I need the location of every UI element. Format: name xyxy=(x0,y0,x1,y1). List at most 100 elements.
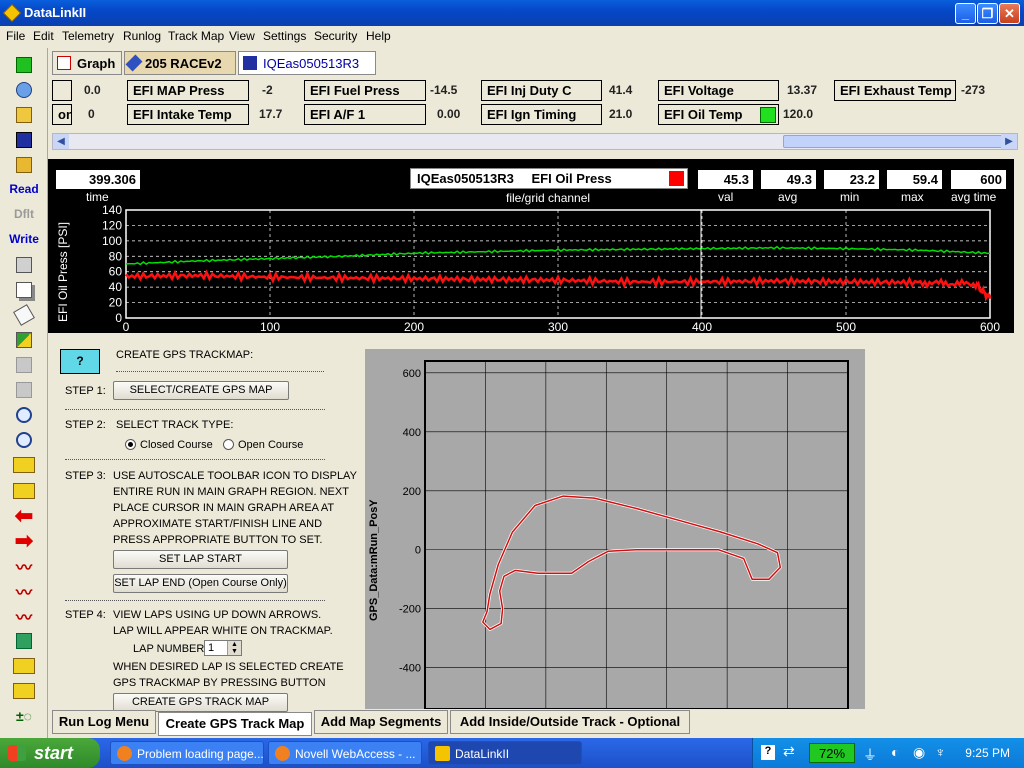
trace-tool-3[interactable]: 〰 xyxy=(6,605,42,627)
channel-name[interactable]: EFI Voltage xyxy=(658,80,779,101)
channel-tool[interactable] xyxy=(6,329,42,351)
x-tick-label: 200 xyxy=(404,320,424,333)
tab-run-file[interactable]: IQEas050513R3 xyxy=(238,51,376,75)
x-tick-label: 500 xyxy=(836,320,856,333)
scroll-right-icon[interactable]: ▶ xyxy=(1001,134,1017,149)
restore-button[interactable]: ❐ xyxy=(977,3,998,24)
next-tool[interactable]: ➡ xyxy=(6,530,42,552)
channel-value: 0 xyxy=(88,107,95,121)
channel-name[interactable]: EFI Exhaust Temp xyxy=(834,80,956,101)
open-course-radio[interactable]: Open Course xyxy=(223,439,303,451)
connect-tool[interactable] xyxy=(6,79,42,101)
scroll-thumb[interactable] xyxy=(783,135,1003,148)
y-tick-label: 120 xyxy=(102,218,122,232)
steps-heading: CREATE GPS TRACKMAP: xyxy=(116,349,254,361)
channel-name[interactable]: EFI Ign Timing xyxy=(481,104,602,125)
menu-security[interactable]: Security xyxy=(314,29,357,43)
close-button[interactable]: ✕ xyxy=(999,3,1020,24)
gps-tool[interactable] xyxy=(6,630,42,652)
channel-name[interactable]: EFI Inj Duty C xyxy=(481,80,602,101)
speaker-icon[interactable]: ◉ xyxy=(913,744,925,761)
y-tick-label: -200 xyxy=(399,604,421,616)
trace-icon: 〰 xyxy=(15,610,32,627)
title-bar: DataLinkII _ ❐ ✕ xyxy=(0,0,1024,26)
autoscale-x-tool[interactable] xyxy=(6,454,42,476)
print-tool[interactable] xyxy=(6,254,42,276)
previous-tool[interactable]: ⬅ xyxy=(6,505,42,527)
closed-course-radio[interactable]: Closed Course xyxy=(125,439,213,451)
step3-label: STEP 3: xyxy=(65,470,106,482)
save-tool[interactable] xyxy=(6,129,42,151)
menu-settings[interactable]: Settings xyxy=(263,29,306,43)
task-firefox-problem[interactable]: Problem loading page... xyxy=(110,741,264,765)
up-down-arrows-icon[interactable]: ▲ ▼ xyxy=(227,641,241,655)
channel-name[interactable]: EFI A/F 1 xyxy=(304,104,426,125)
channel-name[interactable]: EFI Intake Temp xyxy=(127,104,249,125)
tray-arrow-icon[interactable]: ◐ xyxy=(891,744,899,760)
disabled-tool-2 xyxy=(6,379,42,401)
select-create-gps-map-button[interactable]: SELECT/CREATE GPS MAP xyxy=(113,381,289,400)
start-label: start xyxy=(34,743,74,763)
power-plug-icon[interactable]: ⏚ xyxy=(863,745,877,765)
window-title: DataLinkII xyxy=(24,5,87,20)
channel-name[interactable]: EFI Fuel Press xyxy=(304,80,426,101)
datalink-icon xyxy=(435,746,450,761)
tab-graph[interactable]: Graph xyxy=(52,51,122,75)
wireless-icon[interactable]: ♆ xyxy=(935,744,946,760)
menu-runlog[interactable]: Runlog xyxy=(123,29,161,43)
copy-tool[interactable] xyxy=(6,279,42,301)
tab-add-map-segments[interactable]: Add Map Segments xyxy=(314,710,448,734)
tab-race-config[interactable]: 205 RACEv2 xyxy=(124,51,236,75)
scroll-left-icon[interactable]: ◀ xyxy=(53,134,69,149)
task-datalink[interactable]: DataLinkII xyxy=(428,741,582,765)
channel-scrollbar[interactable]: ◀ ▶ xyxy=(52,133,1018,150)
open-tool[interactable] xyxy=(6,104,42,126)
read-button[interactable]: Read xyxy=(6,178,42,200)
tab-create-gps-track-map[interactable]: Create GPS Track Map xyxy=(158,712,312,736)
zoom-out-tool[interactable] xyxy=(6,429,42,451)
tab-run-log-menu[interactable]: Run Log Menu xyxy=(52,710,156,734)
zoom-in-tool[interactable] xyxy=(6,404,42,426)
task-novell-webaccess[interactable]: Novell WebAccess - ... xyxy=(268,741,422,765)
set-lap-start-button[interactable]: SET LAP START xyxy=(113,550,288,569)
x-tick-label: 100 xyxy=(260,320,280,333)
menu-help[interactable]: Help xyxy=(366,29,391,43)
y-tick-label: 20 xyxy=(109,296,123,310)
compress-tool[interactable] xyxy=(6,680,42,702)
trace-tool-2[interactable]: 〰 xyxy=(6,580,42,602)
step4-line: WHEN DESIRED LAP IS SELECTED CREATE xyxy=(113,661,344,673)
step2-text: SELECT TRACK TYPE: xyxy=(116,419,234,431)
menu-telemetry[interactable]: Telemetry xyxy=(62,29,114,43)
autoscale-zero-tool[interactable] xyxy=(6,480,42,502)
open-log-tool[interactable] xyxy=(6,154,42,176)
step3-line: ENTIRE RUN IN MAIN GRAPH REGION. NEXT xyxy=(113,486,349,498)
write-button[interactable]: Write xyxy=(6,228,42,250)
battery-indicator[interactable]: 72% xyxy=(809,743,855,763)
menu-view[interactable]: View xyxy=(229,29,255,43)
channel-name[interactable] xyxy=(52,80,72,101)
zoom-out-icon xyxy=(16,432,32,448)
channel-name[interactable]: on xyxy=(52,104,72,125)
tab-add-inside-outside-track[interactable]: Add Inside/Outside Track - Optional xyxy=(450,710,690,734)
stretch-tool[interactable] xyxy=(6,655,42,677)
lap-number-stepper[interactable]: 1 ▲ ▼ xyxy=(204,640,242,656)
menu-track-map[interactable]: Track Map xyxy=(168,29,224,43)
oil-pressure-chart[interactable]: EFI Oil Press [PSI] 0204060801001201400 1… xyxy=(48,159,1014,333)
default-button[interactable]: Dflt xyxy=(6,203,42,225)
menu-file[interactable]: File xyxy=(6,29,25,43)
menu-edit[interactable]: Edit xyxy=(33,29,54,43)
start-button[interactable]: start xyxy=(0,738,100,768)
compress-icon xyxy=(13,683,35,699)
question-icon[interactable]: ? xyxy=(60,349,100,374)
track-map-chart[interactable]: GPS_Data:mRun_PosY 600 400 200 0 -200 -400 xyxy=(365,349,865,710)
help-tray-icon[interactable]: ? xyxy=(761,745,775,760)
network-tray-icon[interactable]: ⇄ xyxy=(783,743,795,760)
map-add-tool[interactable]: ±◌ xyxy=(6,705,42,727)
new-tool[interactable] xyxy=(6,54,42,76)
set-lap-end-button[interactable]: SET LAP END (Open Course Only) xyxy=(113,574,288,593)
channel-name[interactable]: EFI MAP Press xyxy=(127,80,249,101)
trace-tool-1[interactable]: 〰 xyxy=(6,555,42,577)
gps-track-map[interactable]: GPS_Data:mRun_PosY 600 400 200 0 -200 -400 xyxy=(365,349,865,710)
erase-tool[interactable] xyxy=(6,304,42,326)
minimize-button[interactable]: _ xyxy=(955,3,976,24)
